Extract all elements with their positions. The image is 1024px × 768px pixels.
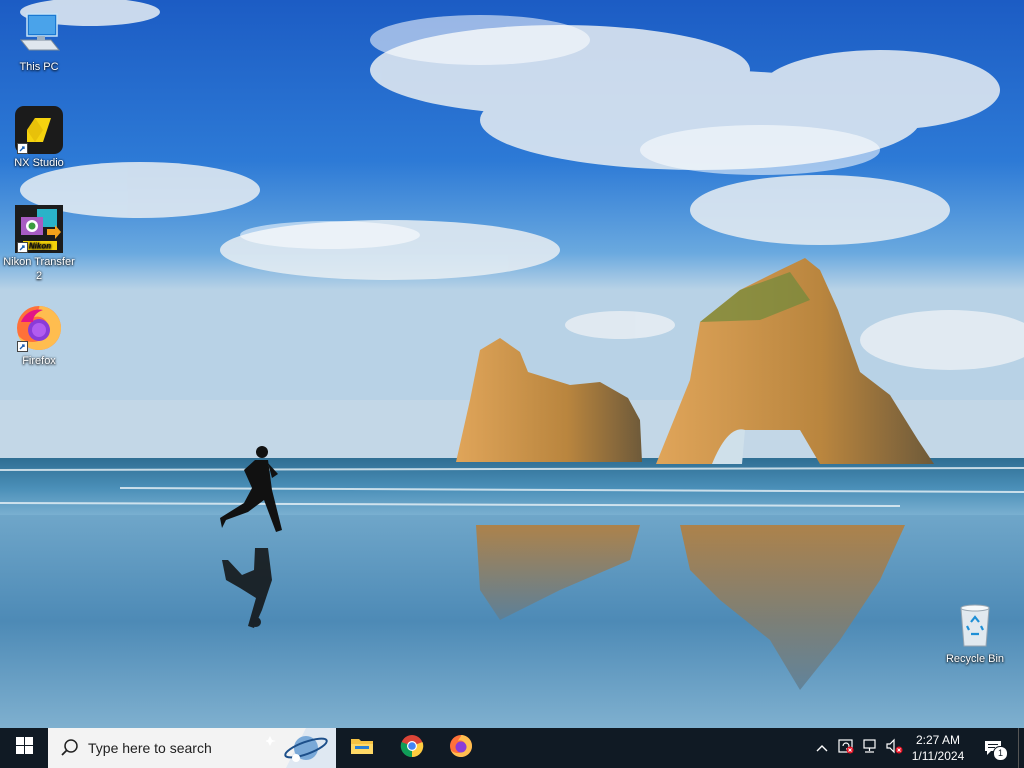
action-center-button[interactable]: 1 [978, 728, 1008, 768]
desktop-icon-recycle-bin[interactable]: Recycle Bin [937, 602, 1013, 666]
tray-network[interactable] [860, 728, 880, 768]
volume-muted-icon [885, 738, 903, 759]
nx-studio-icon [15, 106, 63, 154]
taskbar-chrome[interactable] [388, 728, 436, 768]
taskbar-file-explorer[interactable] [338, 728, 386, 768]
firefox-icon [15, 304, 63, 352]
search-placeholder: Type here to search [88, 740, 212, 756]
recycle-bin-icon [951, 602, 999, 650]
notification-icon: 1 [983, 739, 1008, 761]
clock-time: 2:27 AM [915, 733, 961, 747]
shortcut-arrow-icon [17, 143, 28, 154]
desktop-icon-nikon-transfer-2[interactable]: Nikon Nikon Transfer 2 [1, 205, 77, 283]
network-icon [862, 738, 878, 759]
shortcut-arrow-icon [17, 242, 28, 253]
notification-count-badge: 1 [993, 746, 1008, 761]
firefox-icon [449, 734, 473, 763]
desktop-icon-label: Firefox [22, 355, 56, 367]
search-highlight-icon [264, 728, 336, 768]
search-icon [60, 738, 80, 758]
search-box[interactable]: Type here to search [48, 728, 336, 768]
tray-volume[interactable] [884, 728, 904, 768]
shortcut-arrow-icon [17, 341, 28, 352]
clock-date: 1/11/2024 [911, 749, 965, 763]
folder-icon [350, 736, 374, 761]
desktop-icon-firefox[interactable]: Firefox [1, 304, 77, 368]
taskbar-firefox[interactable] [437, 728, 485, 768]
chrome-icon [400, 734, 424, 763]
nikon-transfer-icon: Nikon [15, 205, 63, 253]
desktop-icon-label: Recycle Bin [945, 653, 1005, 665]
start-button[interactable] [0, 728, 48, 768]
desktop-icon-label: NX Studio [14, 157, 64, 169]
desktop-icon-label: Nikon Transfer 2 [3, 256, 75, 282]
tray-clock[interactable]: 2:27 AM 1/11/2024 [906, 728, 970, 768]
chevron-up-icon [816, 739, 828, 757]
desktop[interactable]: This PC NX Studio Nikon Nikon Transfer 2… [0, 0, 1024, 728]
desktop-icon-nx-studio[interactable]: NX Studio [1, 106, 77, 170]
svg-text:Nikon: Nikon [29, 242, 51, 251]
tray-overflow-chevron[interactable] [812, 728, 832, 768]
show-desktop-button[interactable] [1018, 728, 1024, 768]
desktop-icon-label: This PC [19, 61, 59, 73]
taskbar: Type here to search 2:27 AM 1/11/2024 1 [0, 728, 1024, 768]
desktop-icon-this-pc[interactable]: This PC [1, 10, 77, 74]
windows-update-icon [838, 738, 854, 759]
wallpaper [0, 0, 1024, 728]
computer-icon [15, 10, 63, 58]
tray-update-status[interactable] [836, 728, 856, 768]
windows-logo-icon [15, 737, 33, 759]
